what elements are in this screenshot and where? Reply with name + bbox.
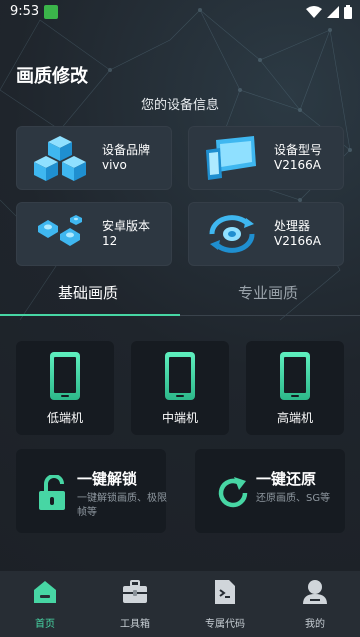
devices-icon bbox=[206, 136, 256, 180]
preset-low-end-button[interactable]: 低端机 bbox=[16, 341, 114, 435]
one-click-restore-button[interactable]: 一键还原 还原画质、SG等 bbox=[195, 449, 345, 533]
app-notification-icon bbox=[44, 5, 58, 19]
status-bar: 9:53 bbox=[0, 0, 360, 24]
device-brand-card: 设备品牌 vivo bbox=[16, 126, 172, 190]
nav-profile-label: 我的 bbox=[305, 619, 325, 630]
restore-icon bbox=[218, 477, 248, 508]
nav-exclusive-code-label: 专属代码 bbox=[205, 619, 245, 630]
device-model-label: 设备型号 bbox=[274, 143, 323, 157]
nuts-icon bbox=[38, 215, 82, 246]
nav-toolbox-label: 工具箱 bbox=[120, 619, 150, 630]
tab-basic-quality[interactable]: 基础画质 bbox=[58, 282, 118, 303]
nav-home[interactable]: 首页 bbox=[0, 571, 90, 637]
quality-tabs: 基础画质 专业画质 bbox=[0, 280, 360, 316]
processor-card: 处理器 V2166A bbox=[188, 202, 344, 266]
restore-description: 还原画质、SG等 bbox=[256, 493, 331, 504]
status-icons bbox=[306, 5, 352, 19]
nav-home-label: 首页 bbox=[35, 619, 55, 630]
preset-high-end-label: 高端机 bbox=[276, 411, 313, 425]
toolbox-icon bbox=[123, 580, 147, 603]
preset-mid-range-label: 中端机 bbox=[161, 411, 198, 425]
battery-icon bbox=[344, 5, 352, 19]
nav-exclusive-code[interactable]: 专属代码 bbox=[180, 571, 270, 637]
one-click-unlock-button[interactable]: 一键解锁 一键解锁画质、极限帧等 bbox=[16, 449, 167, 533]
page-title: 画质修改 bbox=[16, 66, 88, 87]
tab-divider bbox=[180, 315, 360, 316]
android-version-label: 安卓版本 bbox=[102, 219, 151, 233]
nav-toolbox[interactable]: 工具箱 bbox=[90, 571, 180, 637]
android-version-card: 安卓版本 12 bbox=[16, 202, 172, 266]
active-tab-indicator bbox=[0, 314, 180, 316]
processor-label: 处理器 bbox=[274, 219, 311, 233]
preset-low-end-label: 低端机 bbox=[46, 411, 83, 425]
preset-mid-range-button[interactable]: 中端机 bbox=[131, 341, 229, 435]
home-icon bbox=[34, 581, 56, 603]
cpu-sync-icon bbox=[209, 215, 255, 253]
cubes-icon bbox=[34, 136, 86, 181]
unlock-description: 一键解锁画质、极限帧等 bbox=[77, 493, 167, 518]
phone-icon bbox=[50, 352, 80, 400]
device-model-card: 设备型号 V2166A bbox=[188, 126, 344, 190]
unlock-icon bbox=[39, 475, 65, 510]
device-info-title: 您的设备信息 bbox=[140, 98, 219, 113]
restore-title: 一键还原 bbox=[256, 470, 317, 488]
wifi-icon bbox=[306, 6, 322, 18]
processor-value: V2166A bbox=[274, 234, 321, 248]
unlock-title: 一键解锁 bbox=[77, 470, 138, 488]
profile-icon bbox=[303, 580, 327, 604]
device-brand-value: vivo bbox=[102, 158, 127, 172]
android-version-value: 12 bbox=[102, 234, 118, 248]
phone-icon bbox=[165, 352, 195, 400]
status-time: 9:53 bbox=[10, 4, 40, 19]
phone-icon bbox=[280, 352, 310, 400]
nav-profile[interactable]: 我的 bbox=[270, 571, 360, 637]
device-brand-label: 设备品牌 bbox=[102, 143, 151, 157]
preset-high-end-button[interactable]: 高端机 bbox=[246, 341, 344, 435]
device-model-value: V2166A bbox=[274, 158, 321, 172]
tab-pro-quality[interactable]: 专业画质 bbox=[238, 282, 298, 303]
signal-icon bbox=[327, 6, 339, 18]
bottom-navigation: 首页 工具箱 专属代码 我的 bbox=[0, 571, 360, 637]
code-file-icon bbox=[215, 580, 235, 604]
